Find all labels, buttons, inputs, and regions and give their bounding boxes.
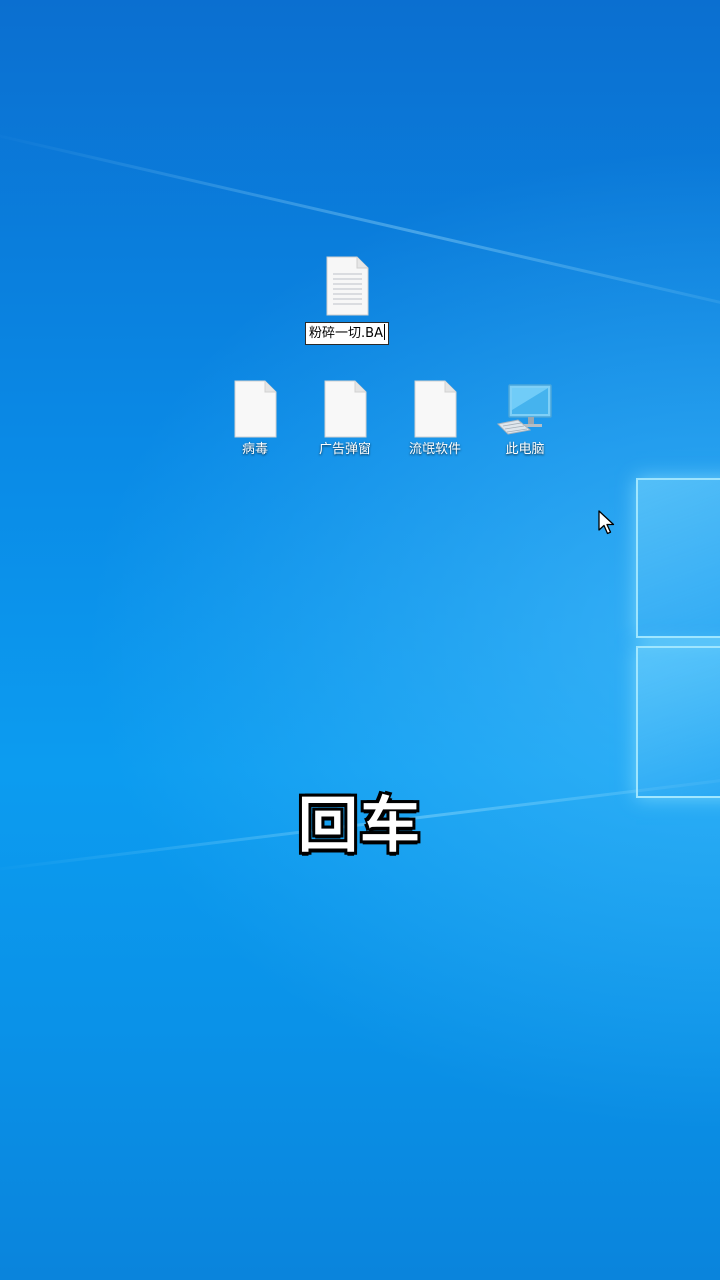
- text-document-icon: [326, 256, 369, 316]
- desktop-wallpaper: [0, 0, 720, 1280]
- rename-filename-text: 粉碎一切.BA: [309, 326, 383, 341]
- desktop-icon-rogue-software[interactable]: 流氓软件: [392, 380, 478, 458]
- desktop-icon-renaming-file[interactable]: 粉碎一切.BA: [302, 256, 392, 345]
- desktop-icon-ad-popup[interactable]: 广告弹窗: [302, 380, 388, 458]
- desktop-icon-label: 此电脑: [505, 442, 545, 457]
- video-caption: 回车: [297, 790, 422, 863]
- rename-filename-input[interactable]: 粉碎一切.BA: [305, 322, 389, 345]
- desktop-icon-label: 流氓软件: [408, 442, 461, 457]
- windows-logo-pane: [636, 478, 720, 638]
- blank-file-icon: [324, 380, 367, 438]
- desktop-icon-this-pc[interactable]: 此电脑: [482, 380, 568, 458]
- desktop-icon-virus[interactable]: 病毒: [212, 380, 298, 458]
- computer-icon: [496, 384, 552, 435]
- blank-file-icon: [414, 380, 457, 438]
- mouse-pointer-icon: [598, 510, 615, 535]
- desktop-icon-label: 病毒: [241, 442, 268, 457]
- windows-logo-pane: [636, 646, 720, 798]
- text-caret: [383, 324, 385, 340]
- blank-file-icon: [234, 380, 277, 438]
- desktop-icon-label: 广告弹窗: [318, 442, 371, 457]
